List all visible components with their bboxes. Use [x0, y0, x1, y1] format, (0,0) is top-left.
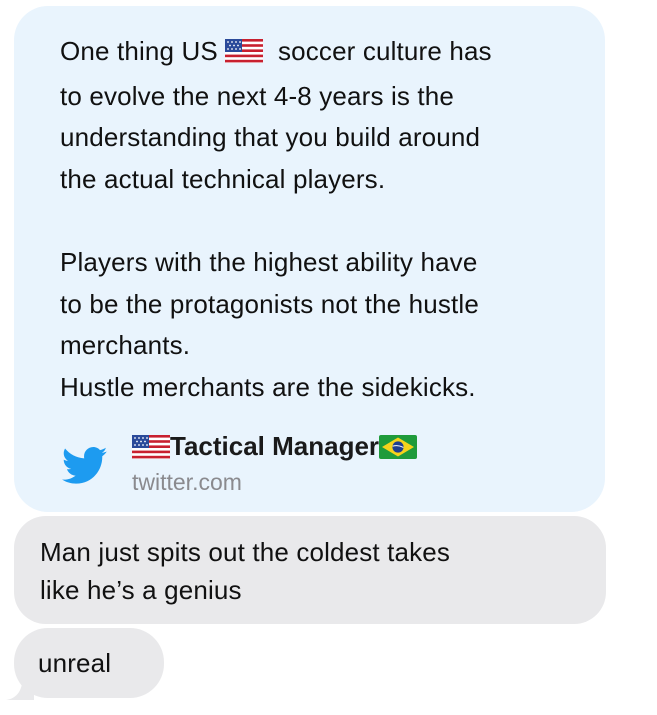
tweet-text-line-2: to evolve the next 4-8 years is the — [60, 80, 455, 111]
link-preview-text: One thing US soccer culture has to evolv… — [60, 31, 605, 408]
tweet-text-line-1b: soccer culture has — [278, 36, 492, 66]
brazil-flag-icon — [379, 433, 418, 467]
message-thread: One thing US soccer culture has to evolv… — [0, 0, 657, 715]
tweet-text-line-3: understanding that you build around — [60, 122, 481, 153]
tweet-text-line-6: Players with the highest ability have — [60, 246, 478, 277]
link-preview-footer[interactable]: Tactical Manager twitter.com — [60, 424, 605, 504]
link-preview-title: Tactical Manager — [132, 429, 418, 467]
tweet-text-line-7: to be the protagonists not the hustle — [60, 288, 479, 319]
message-text: unreal — [38, 648, 112, 678]
message-text-line-2: like he’s a genius — [40, 575, 242, 605]
received-message-bubble[interactable]: Man just spits out the coldest takes like… — [14, 516, 606, 624]
tweet-text-line-1a: One thing US — [60, 36, 218, 66]
link-preview-title-text: Tactical Manager — [170, 431, 380, 461]
message-text-line-1: Man just spits out the coldest takes — [40, 537, 451, 567]
received-message-bubble[interactable]: unreal — [14, 628, 164, 698]
us-flag-icon — [132, 433, 170, 467]
message-text: Man just spits out the coldest takes like… — [40, 533, 600, 609]
twitter-bird-icon — [61, 446, 108, 486]
tweet-text-line-8: merchants. — [60, 330, 191, 361]
tweet-text-line-9: Hustle merchants are the sidekicks. — [60, 371, 476, 402]
link-preview-card[interactable]: One thing US soccer culture has to evolv… — [14, 6, 605, 512]
us-flag-icon — [225, 34, 264, 76]
tweet-text-line-4: the actual technical players. — [60, 163, 386, 194]
link-preview-domain: twitter.com — [132, 469, 242, 495]
